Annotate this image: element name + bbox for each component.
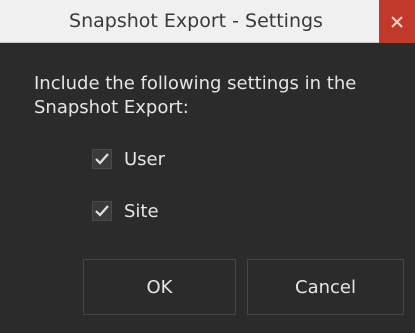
cancel-button[interactable]: Cancel [247,259,404,315]
user-checkbox[interactable] [92,149,112,169]
snapshot-export-settings-dialog: Snapshot Export - Settings Include the f… [0,0,415,333]
site-label: Site [124,200,159,222]
checkmark-icon [95,153,109,165]
checkmark-icon [95,205,109,217]
dialog-title: Snapshot Export - Settings [69,10,323,32]
ok-button[interactable]: OK [83,259,236,315]
close-button[interactable] [379,0,415,43]
close-icon [391,15,403,28]
site-option[interactable]: Site [92,198,159,224]
site-checkbox[interactable] [92,201,112,221]
title-bar: Snapshot Export - Settings [0,0,415,43]
user-option[interactable]: User [92,146,165,172]
user-label: User [124,148,166,170]
instruction-text: Include the following settings in the Sn… [34,73,357,118]
